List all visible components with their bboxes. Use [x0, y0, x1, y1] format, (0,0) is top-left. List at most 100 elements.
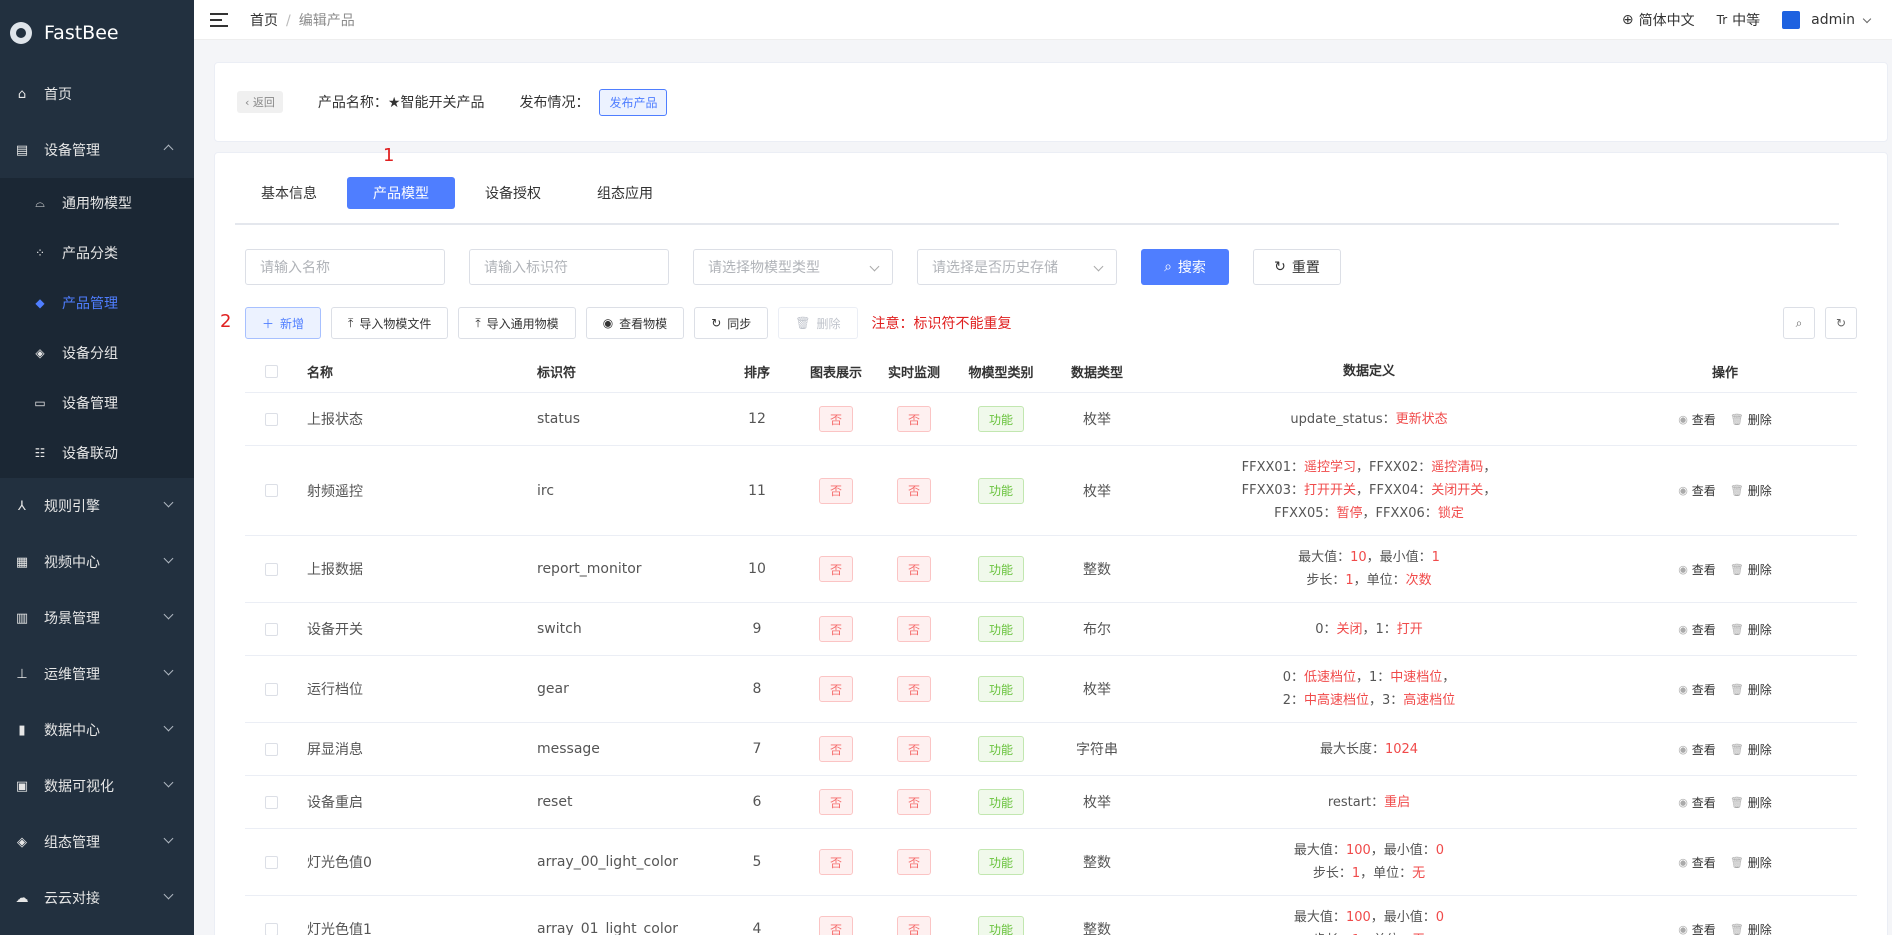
sidebar-subitem-category[interactable]: ⁘ 产品分类 — [0, 228, 194, 278]
tab-scada-app[interactable]: 组态应用 — [571, 177, 679, 209]
sidebar-subitem-model[interactable]: ⌓ 通用物模型 — [0, 178, 194, 228]
back-button[interactable]: ‹ 返回 — [237, 91, 283, 113]
eye-icon: ◉ — [602, 316, 614, 330]
batch-delete-button[interactable]: 🗑 删除 — [778, 307, 858, 339]
view-model-button[interactable]: ◉ 查看物模 — [585, 307, 685, 339]
publish-product-button[interactable]: 发布产品 — [599, 88, 668, 116]
import-common-model-button[interactable]: ⤒ 导入通用物模 — [458, 307, 576, 339]
sidebar-item-scene[interactable]: ▥ 场景管理 — [0, 590, 194, 646]
cell-name: 射频遥控 — [307, 483, 363, 500]
delete-row-button[interactable]: 🗑 删除 — [1730, 854, 1772, 871]
sidebar-item-ops[interactable]: ⊥ 运维管理 — [0, 646, 194, 702]
sidebar-subitem-cube[interactable]: ◆ 产品管理 — [0, 278, 194, 328]
chevron-down-icon — [163, 833, 174, 844]
delete-row-button[interactable]: 🗑 删除 — [1730, 921, 1772, 935]
delete-row-button[interactable]: 🗑 删除 — [1730, 482, 1772, 499]
cell-data-type: 枚举 — [1083, 795, 1111, 811]
delete-row-button[interactable]: 🗑 删除 — [1730, 681, 1772, 698]
cell-identifier: report_monitor — [537, 561, 642, 577]
table-row: 上报数据 report_monitor 10 否 否 功能 整数 最大值：10，最小值：1 步长… — [245, 536, 1857, 603]
refresh-table-button[interactable]: ↻ — [1825, 307, 1857, 339]
sidebar-item-cloud[interactable]: ☁ 云云对接 — [0, 870, 194, 926]
delete-row-button[interactable]: 🗑 删除 — [1730, 561, 1772, 578]
name-search-input[interactable]: 请输入名称 — [245, 249, 445, 285]
delete-row-button[interactable]: 🗑 删除 — [1730, 621, 1772, 638]
view-row-button[interactable]: ◉ 查看 — [1678, 741, 1716, 758]
cell-identifier: array_00_light_color — [537, 854, 679, 870]
view-row-button[interactable]: ◉ 查看 — [1678, 681, 1716, 698]
server-icon: ▭ — [34, 396, 46, 410]
delete-row-button[interactable]: 🗑 删除 — [1730, 741, 1772, 758]
cell-name: 上报状态 — [307, 412, 363, 428]
identifier-search-input[interactable]: 请输入标识符 — [469, 249, 669, 285]
language-switcher[interactable]: ⊕ 简体中文 — [1622, 10, 1695, 30]
cell-definition: update_status：更新状态 — [1145, 408, 1593, 431]
sidebar-subitem-label: 设备联动 — [62, 446, 118, 462]
row-checkbox[interactable] — [264, 795, 278, 809]
trash-icon: 🗑 — [1729, 742, 1744, 756]
sidebar-subitem-layers[interactable]: ◈ 设备分组 — [0, 328, 194, 378]
definition-line: 最大值：10，最小值：1 — [1298, 550, 1440, 565]
chevron-down-icon — [163, 721, 174, 732]
tab-device-auth[interactable]: 设备授权 — [459, 177, 567, 209]
view-row-button[interactable]: ◉ 查看 — [1678, 482, 1716, 499]
chevron-down-icon — [1093, 261, 1104, 272]
sidebar-subitem-link[interactable]: ☷ 设备联动 — [0, 428, 194, 478]
sidebar-item-chart[interactable]: ▮ 数据中心 — [0, 702, 194, 758]
monitor-tag: 否 — [897, 406, 931, 432]
definition-line: FFXX05：暂停，FFXX06：锁定 — [1274, 506, 1464, 521]
logo[interactable]: FastBee — [0, 0, 194, 66]
view-row-button[interactable]: ◉ 查看 — [1678, 854, 1716, 871]
chart-tag: 否 — [819, 916, 853, 935]
font-size-switcher[interactable]: Tr 中等 — [1717, 10, 1761, 30]
sidebar-item-video[interactable]: ▦ 视频中心 — [0, 534, 194, 590]
sidebar-item-home[interactable]: ⌂ 首页 — [0, 66, 194, 122]
history-storage-select[interactable]: 请选择是否历史存储 — [917, 249, 1117, 285]
sidebar-item-rule[interactable]: ⅄ 规则引擎 — [0, 478, 194, 534]
cell-name: 上报数据 — [307, 562, 363, 578]
sidebar-item-visual[interactable]: ▣ 数据可视化 — [0, 758, 194, 814]
user-menu[interactable]: admin — [1782, 11, 1872, 29]
sidebar-subitem-server[interactable]: ▭ 设备管理 — [0, 378, 194, 428]
row-checkbox[interactable] — [264, 742, 278, 756]
model-type-select[interactable]: 请选择物模型类型 — [693, 249, 893, 285]
row-checkbox[interactable] — [264, 855, 278, 869]
definition-line: restart：重启 — [1327, 794, 1411, 810]
search-button[interactable]: ⌕ 搜索 — [1141, 249, 1229, 285]
view-row-button[interactable]: ◉ 查看 — [1678, 921, 1716, 935]
tab-basic-info[interactable]: 基本信息 — [235, 177, 343, 209]
row-checkbox[interactable] — [264, 922, 278, 935]
product-model-card: 1 2 基本信息 产品模型 设备授权 组态应用 请输入名称 请输入标识符 请选择… — [214, 145, 1888, 935]
breadcrumb-home[interactable]: 首页 — [250, 13, 278, 29]
row-checkbox[interactable] — [264, 412, 278, 426]
sidebar-item-label: 设备管理 — [44, 143, 100, 159]
monitor-tag: 否 — [897, 789, 931, 815]
sidebar-item-device[interactable]: ▤ 设备管理 — [0, 122, 194, 178]
view-row-button[interactable]: ◉ 查看 — [1678, 621, 1716, 638]
reset-button[interactable]: ↻ 重置 — [1253, 249, 1341, 285]
sync-button[interactable]: ↻ 同步 — [694, 307, 769, 339]
tab-product-model[interactable]: 产品模型 — [347, 177, 455, 209]
sidebar-item-config[interactable]: ◈ 组态管理 — [0, 814, 194, 870]
menu-toggle-icon[interactable] — [210, 12, 228, 27]
add-button[interactable]: ＋新增 — [245, 307, 322, 339]
category-tag: 功能 — [978, 789, 1024, 815]
row-checkbox[interactable] — [264, 562, 278, 576]
toggle-search-button[interactable]: ⌕ — [1783, 307, 1815, 339]
definition-line: FFXX01：遥控学习，FFXX02：遥控清码， — [1241, 460, 1497, 475]
chevron-down-icon — [163, 497, 174, 508]
select-all-checkbox[interactable] — [264, 365, 278, 378]
delete-row-button[interactable]: 🗑 删除 — [1730, 794, 1772, 811]
fastbee-logo-icon — [10, 22, 32, 44]
row-checkbox[interactable] — [264, 682, 278, 696]
view-row-button[interactable]: ◉ 查看 — [1678, 561, 1716, 578]
row-checkbox[interactable] — [264, 484, 278, 497]
cell-name: 设备开关 — [307, 622, 363, 638]
view-row-button[interactable]: ◉ 查看 — [1678, 411, 1716, 428]
row-checkbox[interactable] — [264, 622, 278, 636]
import-model-file-button[interactable]: ⤒ 导入物模文件 — [331, 307, 449, 339]
cell-definition: 0：低速档位，1：中速档位， 2：中高速档位，3：高速档位 — [1145, 666, 1593, 712]
delete-row-button[interactable]: 🗑 删除 — [1730, 411, 1772, 428]
monitor-tag: 否 — [897, 916, 931, 935]
view-row-button[interactable]: ◉ 查看 — [1678, 794, 1716, 811]
